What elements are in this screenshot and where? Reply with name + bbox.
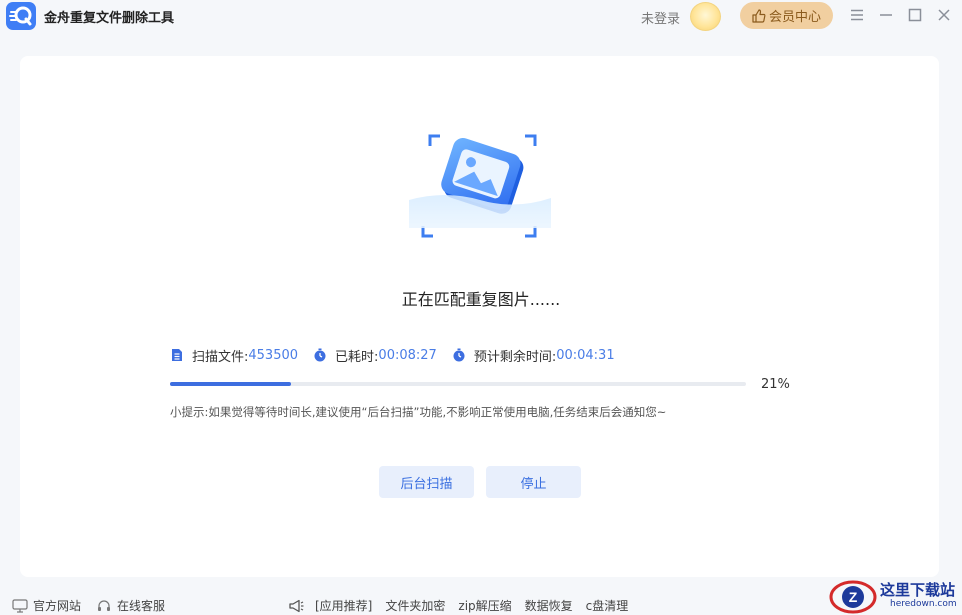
footer-bar: 官方网站 在线客服 [应用推荐] 文件夹加密 zip解压缩 数据恢复 c盘清理 <box>0 596 962 615</box>
title-bar: 金舟重复文件删除工具 未登录 会员中心 <box>0 0 962 32</box>
watermark-en: heredown.com <box>890 598 957 609</box>
avatar[interactable] <box>690 2 721 31</box>
official-site-label: 官方网站 <box>33 599 82 613</box>
online-service-link[interactable]: 在线客服 <box>96 597 165 614</box>
recommend-label: [应用推荐] <box>315 599 373 613</box>
scan-progress-bar <box>170 382 746 386</box>
stop-button[interactable]: 停止 <box>486 466 581 498</box>
app-logo-icon <box>9 6 32 26</box>
scanned-files-label: 扫描文件: <box>192 349 249 365</box>
recommend-data-recovery[interactable]: 数据恢复 <box>525 597 573 614</box>
vip-center-label: 会员中心 <box>768 10 821 25</box>
site-watermark: Z 这里下载站 heredown.com <box>828 576 962 615</box>
recommend-zip-extract[interactable]: zip解压缩 <box>458 597 511 614</box>
minimize-button[interactable] <box>875 4 897 26</box>
recommend-c-drive-clean[interactable]: c盘清理 <box>586 597 629 614</box>
scanned-files-stat: 扫描文件: 453500 <box>170 346 298 365</box>
watermark-cn: 这里下载站 <box>880 580 956 599</box>
vip-center-button[interactable]: 会员中心 <box>740 2 833 29</box>
scan-progress-fill <box>170 382 291 386</box>
minimize-icon <box>880 14 892 16</box>
recommend-folder-encrypt[interactable]: 文件夹加密 <box>385 597 445 614</box>
maximize-icon <box>908 8 922 22</box>
close-icon <box>938 9 950 21</box>
elapsed-time-label: 已耗时: <box>335 349 379 365</box>
watermark-logo-letter: Z <box>849 589 858 605</box>
app-title: 金舟重复文件删除工具 <box>44 11 175 26</box>
watermark-text: 这里下载站 heredown.com <box>880 580 957 610</box>
background-scan-button[interactable]: 后台扫描 <box>379 466 474 498</box>
official-site-link[interactable]: 官方网站 <box>12 597 81 614</box>
remaining-time-value: 00:04:31 <box>556 347 615 363</box>
login-status-link[interactable]: 未登录 <box>641 8 680 27</box>
document-icon <box>172 349 182 361</box>
app-recommend: [应用推荐] 文件夹加密 zip解压缩 数据恢复 c盘清理 <box>288 597 628 614</box>
app-logo <box>6 2 36 30</box>
megaphone-icon <box>289 599 304 612</box>
stopwatch-icon <box>453 348 465 362</box>
scan-stats: 扫描文件: 453500 已耗时: 00:08:27 预计剩余时间: 00:04… <box>170 346 630 365</box>
menu-icon <box>851 9 863 21</box>
remaining-time-stat: 预计剩余时间: 00:04:31 <box>452 346 615 365</box>
elapsed-time-stat: 已耗时: 00:08:27 <box>313 346 437 365</box>
close-button[interactable] <box>933 4 955 26</box>
image-scan-illustration <box>409 134 551 238</box>
elapsed-time-value: 00:08:27 <box>378 347 437 363</box>
menu-button[interactable] <box>846 4 868 26</box>
online-service-label: 在线客服 <box>117 599 166 613</box>
headset-icon <box>98 599 110 611</box>
scan-tip: 小提示:如果觉得等待时间长,建议使用“后台扫描”功能,不影响正常使用电脑,任务结… <box>170 405 667 419</box>
scanned-files-value: 453500 <box>248 347 299 363</box>
watermark-logo: Z <box>829 580 877 613</box>
scan-status-text: 正在匹配重复图片...... <box>401 290 561 309</box>
stopwatch-icon <box>314 348 326 362</box>
remaining-time-label: 预计剩余时间: <box>473 349 557 365</box>
monitor-icon <box>12 598 28 613</box>
maximize-button[interactable] <box>904 4 926 26</box>
scan-progress-percent: 21% <box>761 377 790 392</box>
thumbs-up-icon <box>752 8 766 23</box>
